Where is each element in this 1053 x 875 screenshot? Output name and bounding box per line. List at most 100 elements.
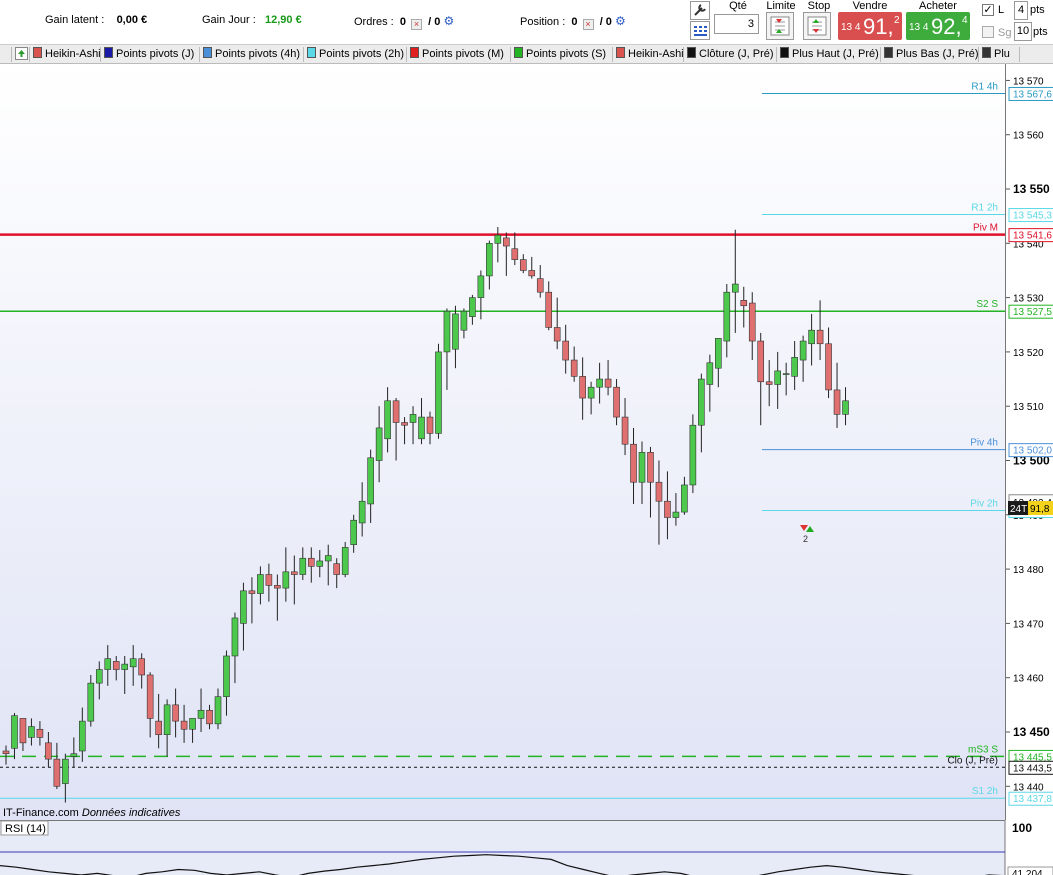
bid-price-label: 91,8 — [1030, 504, 1050, 515]
candle-body — [799, 340, 807, 361]
indicator-color-swatch[interactable] — [982, 47, 991, 58]
toolbar-indicator-9[interactable]: Plus Bas (J, Pré) — [882, 47, 979, 62]
l-label: L — [998, 4, 1005, 16]
candle-body — [519, 259, 527, 271]
axis-background — [1006, 64, 1053, 820]
candle-body — [689, 424, 697, 486]
footer-note: IT-Finance.com Données indicatives — [3, 807, 181, 819]
toolbar-indicator-2[interactable]: Points pivots (4h) — [201, 47, 304, 62]
pts-input-1[interactable]: 4 — [1014, 1, 1028, 20]
candle-body — [401, 422, 408, 426]
candle-body — [392, 400, 400, 423]
rsi-axis-100: 100 — [1012, 821, 1032, 835]
sg-checkbox[interactable] — [982, 26, 994, 38]
indicator-color-swatch[interactable] — [616, 47, 625, 58]
pivot-label: Piv 4h — [970, 438, 998, 449]
candle-body — [257, 574, 264, 594]
toolbar-edge — [0, 47, 12, 62]
pivot-price-label: 13 541,6 — [1013, 231, 1052, 242]
l-checkbox[interactable]: ✓ — [982, 4, 994, 16]
gear-icon[interactable]: ⚙ — [615, 14, 626, 28]
close-position-icon[interactable]: × — [582, 19, 594, 30]
candle-body — [291, 571, 298, 575]
indicator-label: Points pivots (2h) — [319, 48, 404, 60]
add-indicator-icon[interactable] — [13, 47, 30, 62]
indicator-color-swatch[interactable] — [307, 47, 316, 58]
candle-body — [782, 373, 790, 375]
cancel-orders-icon[interactable]: × — [411, 19, 423, 30]
price-chart[interactable]: R1 4h R1 2h Piv M S2 S Piv 4h Piv 2h mS3 SClo … — [0, 64, 1005, 820]
indicator-label: Clôture (J, Pré) — [699, 48, 774, 60]
candle-body — [333, 563, 341, 575]
candle-body — [45, 742, 52, 760]
indicator-label: Plus Bas (J, Pré) — [896, 48, 979, 60]
candle-body — [307, 557, 315, 567]
candle-body — [129, 658, 137, 668]
candle-body — [418, 416, 425, 440]
candle-body — [79, 720, 86, 752]
pts-input-2[interactable]: 10 — [1014, 22, 1032, 41]
pivot-label: Piv 2h — [970, 498, 998, 509]
pivot-label: S1 2h — [972, 786, 998, 797]
buy-button[interactable]: 13 4 92, 4 — [906, 12, 970, 40]
indicator-color-swatch[interactable] — [780, 47, 789, 58]
candle-body — [536, 278, 544, 293]
toolbar-indicator-5[interactable]: Points pivots (S) — [512, 47, 613, 62]
pivot-price-label: 13 567,6 — [1013, 89, 1052, 100]
candle-body — [155, 720, 162, 735]
keypad-icon[interactable] — [690, 21, 710, 40]
limit-order-button[interactable] — [766, 12, 794, 40]
axis-tick-label: 13 530 — [1013, 294, 1044, 305]
candle-body — [698, 378, 705, 426]
indicator-color-swatch[interactable] — [33, 47, 42, 58]
axis-tick-label: 13 550 — [1013, 182, 1050, 196]
gear-icon[interactable]: ⚙ — [443, 14, 454, 28]
candle-body — [172, 704, 179, 722]
toolbar-indicator-4[interactable]: Points pivots (M) — [408, 47, 511, 62]
pivot-price-label: 13 443,5 — [1013, 763, 1052, 774]
toolbar-indicator-1[interactable]: Points pivots (J) — [102, 47, 200, 62]
indicator-label: Points pivots (S) — [526, 48, 607, 60]
candle-body — [715, 338, 722, 369]
indicator-color-swatch[interactable] — [203, 47, 212, 58]
candle-body — [791, 357, 798, 377]
candle-body — [511, 248, 519, 260]
pivot-label: Clo (J, Pré) — [947, 755, 998, 766]
position: Position : 0 × / 0 ⚙ — [520, 14, 626, 30]
indicator-color-swatch[interactable] — [514, 47, 523, 58]
gain-latent: Gain latent : 0,00 € — [45, 14, 148, 26]
indicator-color-swatch[interactable] — [410, 47, 419, 58]
pivot-price-label: 13 545,3 — [1013, 211, 1052, 222]
stop-order-button[interactable] — [803, 12, 831, 40]
candle-body — [664, 500, 671, 518]
indicator-toolbar: Heikin-Ashi Points pivots (J) Points pivot… — [0, 44, 1053, 64]
toolbar-indicator-8[interactable]: Plus Haut (J, Pré) — [778, 47, 881, 62]
candle-body — [350, 519, 357, 545]
candle-body — [2, 750, 10, 755]
candle-body — [70, 753, 78, 757]
pivot-price-label: 13 527,5 — [1013, 307, 1052, 318]
toolbar-indicator-0[interactable]: Heikin-Ashi — [31, 47, 101, 62]
quantity-input[interactable] — [714, 14, 759, 34]
candle-body — [477, 275, 485, 298]
candle-body — [274, 585, 281, 589]
candle-body — [358, 500, 366, 524]
toolbar-indicator-6[interactable]: Heikin-Ashi — [614, 47, 684, 62]
indicator-label: Points pivots (M) — [422, 48, 504, 60]
wrench-icon[interactable] — [690, 1, 710, 20]
pivot-label: Piv M — [973, 223, 998, 234]
toolbar-indicator-7[interactable]: Clôture (J, Pré) — [685, 47, 777, 62]
axis-tick-label: 13 520 — [1013, 348, 1044, 359]
axis-tick-label: 13 440 — [1013, 782, 1044, 793]
gain-latent-value: 0,00 € — [116, 14, 148, 26]
indicator-color-swatch[interactable] — [884, 47, 893, 58]
indicator-color-swatch[interactable] — [104, 47, 113, 58]
candle-body — [206, 709, 213, 725]
toolbar-indicator-10[interactable]: Plu — [980, 47, 1020, 62]
toolbar-indicator-3[interactable]: Points pivots (2h) — [305, 47, 407, 62]
indicator-color-swatch[interactable] — [687, 47, 696, 58]
candle-body — [146, 674, 154, 719]
candle-body — [842, 400, 849, 415]
sell-button[interactable]: 13 4 91, 2 — [838, 12, 902, 40]
candle-body — [435, 351, 442, 434]
